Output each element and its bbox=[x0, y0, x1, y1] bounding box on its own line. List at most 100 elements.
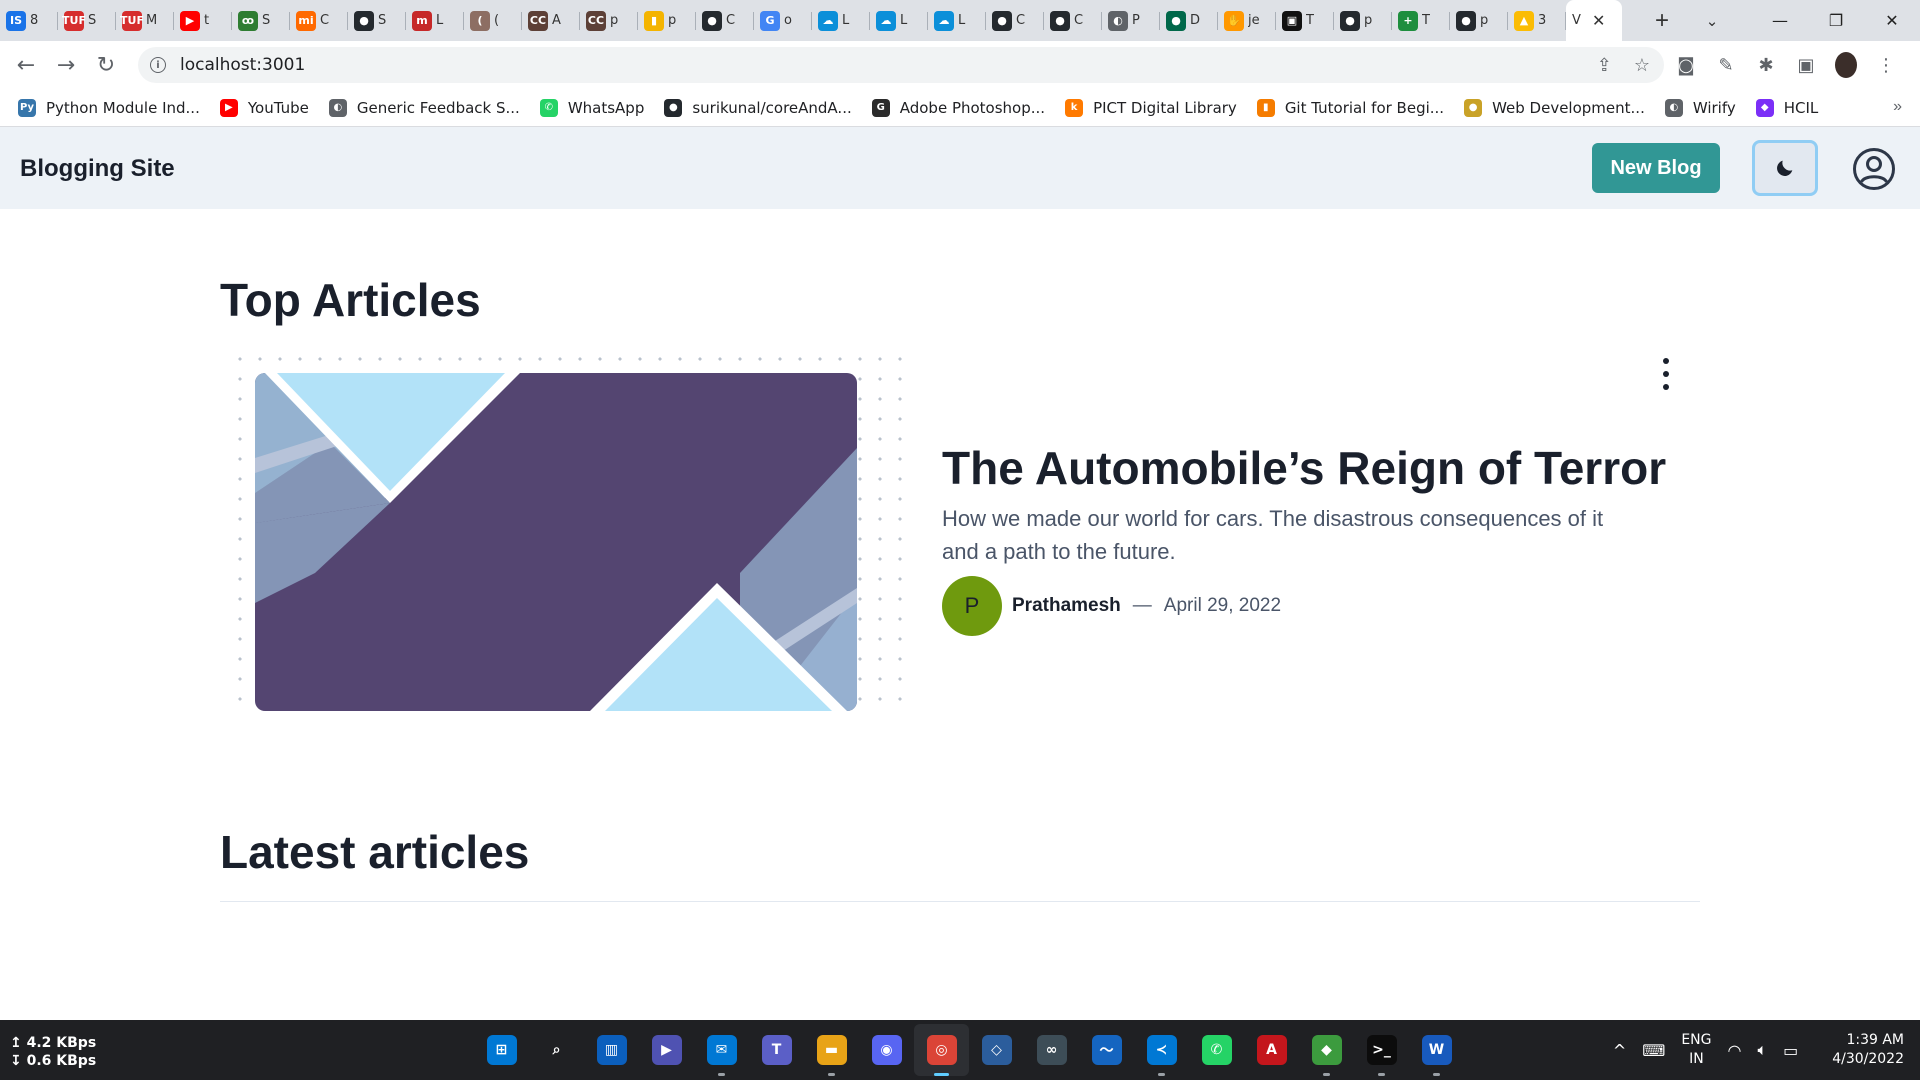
featured-article-card[interactable]: The Automobile’s Reign of Terror How we … bbox=[220, 349, 1700, 739]
browser-tab[interactable]: + T bbox=[1392, 0, 1450, 41]
battery-icon[interactable]: ▭ bbox=[1783, 1041, 1798, 1060]
tab-search-chevron-icon[interactable]: ⌄ bbox=[1694, 3, 1730, 39]
taskbar-app[interactable]: ◇ bbox=[969, 1024, 1024, 1076]
browser-tab[interactable]: ▲ 3 bbox=[1508, 0, 1566, 41]
taskbar-app[interactable]: ⊞ bbox=[474, 1024, 529, 1076]
eyedropper-icon[interactable]: ✎ bbox=[1712, 47, 1740, 83]
taskbar-app[interactable]: A bbox=[1244, 1024, 1299, 1076]
browser-tab[interactable]: ● C bbox=[986, 0, 1044, 41]
minimize-icon[interactable]: — bbox=[1752, 0, 1808, 41]
article-title[interactable]: The Automobile’s Reign of Terror bbox=[942, 441, 1666, 495]
site-title[interactable]: Blogging Site bbox=[20, 155, 175, 183]
taskbar-app[interactable]: ◎ bbox=[914, 1024, 969, 1076]
browser-tab[interactable]: ꝏS bbox=[232, 0, 290, 41]
theme-toggle-button[interactable] bbox=[1752, 140, 1818, 196]
bookmark-item[interactable]: ✆ WhatsApp bbox=[539, 98, 644, 117]
bookmark-star-icon[interactable]: ☆ bbox=[1634, 55, 1650, 76]
browser-tab[interactable]: TUF M bbox=[116, 0, 174, 41]
article-cover-image[interactable] bbox=[255, 373, 857, 711]
meta-separator: — bbox=[1132, 595, 1152, 616]
taskbar-app[interactable]: ≺ bbox=[1134, 1024, 1189, 1076]
author-avatar[interactable]: P bbox=[942, 576, 1002, 636]
browser-tab[interactable]: ▶ t bbox=[174, 0, 232, 41]
extensions-puzzle-icon[interactable]: ✱ bbox=[1752, 47, 1780, 83]
taskbar-app[interactable]: ▶ bbox=[639, 1024, 694, 1076]
restore-icon[interactable]: ❐ bbox=[1808, 0, 1864, 41]
new-blog-button[interactable]: New Blog bbox=[1592, 143, 1720, 193]
browser-tab[interactable]: CC p bbox=[580, 0, 638, 41]
taskbar-app[interactable]: 〜 bbox=[1079, 1024, 1134, 1076]
browser-tab[interactable]: ☁ L bbox=[870, 0, 928, 41]
browser-tab[interactable]: mi C bbox=[290, 0, 348, 41]
browser-tab[interactable]: ☁ L bbox=[812, 0, 870, 41]
browser-tab[interactable]: ☁ L bbox=[928, 0, 986, 41]
tab-title: C bbox=[1074, 13, 1084, 28]
show-hidden-icons-icon[interactable]: ^ bbox=[1613, 1041, 1626, 1060]
profile-avatar[interactable] bbox=[1832, 47, 1860, 83]
bookmark-item[interactable]: ● surikunal/coreAndA... bbox=[664, 98, 852, 117]
browser-tab[interactable]: ● C bbox=[696, 0, 754, 41]
reload-icon[interactable]: ↻ bbox=[86, 45, 126, 85]
browser-tab[interactable]: Go bbox=[754, 0, 812, 41]
bookmark-item[interactable]: ◐ Generic Feedback S... bbox=[328, 98, 520, 117]
taskbar-app[interactable]: T bbox=[749, 1024, 804, 1076]
close-window-icon[interactable]: ✕ bbox=[1864, 0, 1920, 41]
more-options-icon[interactable] bbox=[1650, 349, 1682, 399]
browser-tab[interactable]: ◐ P bbox=[1102, 0, 1160, 41]
camera-icon[interactable]: ◙ bbox=[1672, 47, 1700, 83]
taskbar-app[interactable]: >_ bbox=[1354, 1024, 1409, 1076]
bookmark-item[interactable]: ▶ YouTube bbox=[219, 98, 309, 117]
browser-tab[interactable]: ● p bbox=[1334, 0, 1392, 41]
browser-tab[interactable]: (( bbox=[464, 0, 522, 41]
taskbar-app[interactable]: ✆ bbox=[1189, 1024, 1244, 1076]
browser-tab[interactable]: ● C bbox=[1044, 0, 1102, 41]
taskbar-app[interactable]: ▬ bbox=[804, 1024, 859, 1076]
browser-tab[interactable]: ● S bbox=[348, 0, 406, 41]
browser-menu-icon[interactable]: ⋮ bbox=[1872, 47, 1900, 83]
taskbar-app[interactable]: ▥ bbox=[584, 1024, 639, 1076]
wifi-icon[interactable]: ◠ bbox=[1728, 1041, 1742, 1060]
bookmark-item[interactable]: G Adobe Photoshop... bbox=[871, 98, 1045, 117]
more-bookmarks-icon[interactable]: » bbox=[1893, 98, 1902, 116]
back-icon[interactable]: ← bbox=[6, 45, 46, 85]
new-tab-button[interactable]: + bbox=[1644, 3, 1680, 39]
browser-tab[interactable]: IS 8 bbox=[0, 0, 58, 41]
taskbar-app[interactable]: ✉ bbox=[694, 1024, 749, 1076]
word-icon: W bbox=[1421, 1035, 1452, 1065]
user-avatar-icon[interactable] bbox=[1852, 147, 1896, 191]
language-indicator[interactable]: ENG IN bbox=[1681, 1031, 1711, 1069]
site-info-icon[interactable]: i bbox=[150, 57, 166, 73]
tab-title: t bbox=[204, 13, 210, 28]
browser-tab[interactable]: ✋ je bbox=[1218, 0, 1276, 41]
taskbar-app[interactable]: ◆ bbox=[1299, 1024, 1354, 1076]
taskbar-app[interactable]: ∞ bbox=[1024, 1024, 1079, 1076]
bookmark-item[interactable]: k PICT Digital Library bbox=[1065, 98, 1237, 117]
volume-icon[interactable]: 🔈︎ bbox=[1757, 1040, 1767, 1060]
bookmark-item[interactable]: ◆ HCIL bbox=[1755, 98, 1818, 117]
active-tab[interactable]: V ✕ bbox=[1566, 0, 1622, 41]
main-content: Top Articles The Automobile’s Reign of T… bbox=[220, 209, 1700, 1019]
address-bar[interactable]: i localhost:3001 ⇪ ☆ bbox=[138, 47, 1664, 83]
browser-tab[interactable]: CC A bbox=[522, 0, 580, 41]
browser-tab[interactable]: ● D bbox=[1160, 0, 1218, 41]
keyboard-icon[interactable]: ⌨ bbox=[1642, 1041, 1665, 1060]
bookmark-item[interactable]: ◐ Wirify bbox=[1664, 98, 1736, 117]
bookmark-item[interactable]: ▮ Git Tutorial for Begi... bbox=[1256, 98, 1444, 117]
side-panel-icon[interactable]: ▣ bbox=[1792, 47, 1820, 83]
close-tab-icon[interactable]: ✕ bbox=[1592, 11, 1605, 31]
browser-tab[interactable]: ▣ T bbox=[1276, 0, 1334, 41]
taskbar-app[interactable]: ⌕ bbox=[529, 1024, 584, 1076]
share-icon[interactable]: ⇪ bbox=[1597, 55, 1612, 76]
taskbar-app[interactable]: W bbox=[1409, 1024, 1464, 1076]
browser-tab[interactable]: mL bbox=[406, 0, 464, 41]
browser-tab[interactable]: ● p bbox=[1450, 0, 1508, 41]
taskbar-app[interactable]: ◉ bbox=[859, 1024, 914, 1076]
forward-icon[interactable]: → bbox=[46, 45, 86, 85]
bookmark-item[interactable]: Py Python Module Ind... bbox=[18, 98, 200, 117]
browser-tab[interactable]: TUF S bbox=[58, 0, 116, 41]
bookmark-item[interactable]: ● Web Development... bbox=[1464, 98, 1645, 117]
author-name[interactable]: Prathamesh bbox=[1012, 595, 1121, 617]
clock[interactable]: 1:39 AM 4/30/2022 bbox=[1832, 1031, 1904, 1069]
globe-icon: ◐ bbox=[328, 98, 347, 117]
browser-tab[interactable]: ▮ p bbox=[638, 0, 696, 41]
